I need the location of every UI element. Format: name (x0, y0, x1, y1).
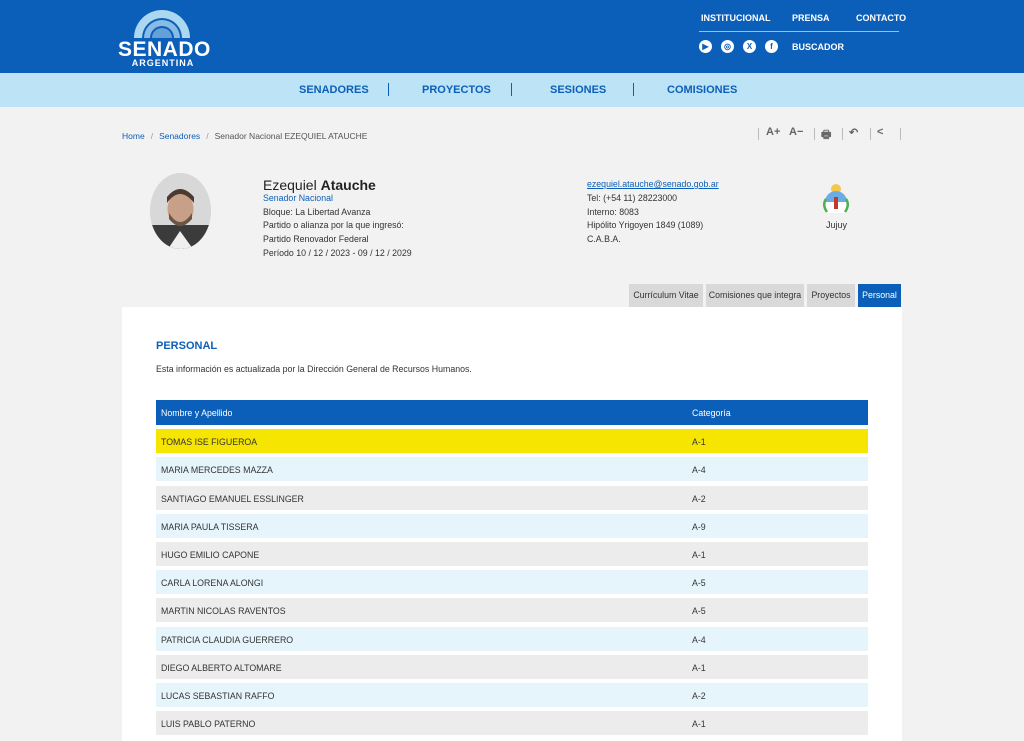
breadcrumb-current: Senador Nacional EZEQUIEL ATAUCHE (214, 131, 368, 141)
table-row: CARLA LORENA ALONGI A-5 (156, 570, 868, 595)
header-divider (699, 31, 899, 32)
nav-proyectos[interactable]: PROYECTOS (422, 84, 491, 96)
senate-hemicycle-icon (134, 10, 190, 38)
cell-categoria: A-4 (692, 465, 706, 476)
main-nav: SENADORES PROYECTOS SESIONES COMISIONES (0, 73, 1024, 107)
cell-nombre: LUIS PABLO PATERNO (161, 719, 256, 730)
column-categoria: Categoría (692, 408, 731, 418)
link-contacto[interactable]: CONTACTO (856, 13, 906, 23)
cell-categoria: A-4 (692, 634, 706, 645)
font-increase-button[interactable]: A+ (766, 126, 780, 138)
nav-comisiones[interactable]: COMISIONES (667, 84, 737, 96)
cell-categoria: A-1 (692, 549, 706, 560)
back-icon[interactable]: ↶ (849, 126, 858, 139)
table-row: MARIA MERCEDES MAZZA A-4 (156, 457, 868, 482)
tool-divider (842, 128, 843, 140)
senator-ciudad: C.A.B.A. (587, 234, 621, 244)
breadcrumb: Home / Senadores / Senador Nacional EZEQUIEL… (122, 131, 367, 141)
cell-nombre: DIEGO ALBERTO ALTOMARE (161, 662, 282, 673)
breadcrumb-separator: / (206, 131, 209, 141)
table-row: DIEGO ALBERTO ALTOMARE A-1 (156, 654, 868, 679)
nav-divider (511, 83, 512, 96)
nav-sesiones[interactable]: SESIONES (550, 84, 606, 96)
breadcrumb-separator: / (150, 131, 154, 141)
personal-panel: PERSONAL Esta información es actualizada… (122, 307, 902, 741)
portrait-image (150, 173, 211, 249)
table-row: HUGO EMILIO CAPONE A-1 (156, 541, 868, 566)
cell-nombre: HUGO EMILIO CAPONE (161, 549, 260, 560)
nav-divider (388, 83, 389, 96)
cell-categoria: A-9 (692, 521, 706, 532)
table-row: MARTIN NICOLAS RAVENTOS A-5 (156, 598, 868, 623)
table-row: TOMAS ISE FIGUEROA A-1 (156, 429, 868, 454)
senator-photo (150, 173, 211, 249)
senator-first-name: Ezequiel (263, 177, 317, 193)
senator-email-link[interactable]: ezequiel.atauche@senado.gob.ar (587, 179, 719, 189)
senator-tel: Tel: (+54 11) 28223000 (587, 193, 678, 203)
cell-categoria: A-5 (692, 606, 706, 617)
share-icon[interactable]: < (877, 126, 883, 138)
print-icon[interactable]: 🖶 (821, 126, 831, 145)
facebook-icon[interactable]: f (765, 40, 778, 53)
senator-bloque: Bloque: La Libertad Avanza (263, 207, 371, 217)
breadcrumb-home[interactable]: Home (122, 131, 145, 141)
cell-nombre: MARTIN NICOLAS RAVENTOS (161, 606, 286, 617)
breadcrumb-senadores[interactable]: Senadores (159, 131, 200, 141)
province-shield-icon (823, 184, 849, 213)
tool-divider (870, 128, 871, 140)
tab-personal[interactable]: Personal (858, 284, 901, 307)
table-row: LUIS PABLO PATERNO A-1 (156, 711, 868, 736)
cell-categoria: A-2 (692, 493, 706, 504)
table-row: LUCAS SEBASTIAN RAFFO A-2 (156, 682, 868, 707)
panel-description: Esta información es actualizada por la D… (156, 364, 472, 374)
cell-categoria: A-1 (692, 662, 706, 673)
tab-comisiones[interactable]: Comisiones que integra (706, 284, 804, 307)
font-decrease-button[interactable]: A− (789, 126, 803, 138)
instagram-icon[interactable]: ◎ (721, 40, 734, 53)
table-row: MARIA PAULA TISSERA A-9 (156, 513, 868, 538)
senator-last-name: Atauche (320, 177, 376, 193)
nav-divider (633, 83, 634, 96)
youtube-icon[interactable]: ▶ (699, 40, 712, 53)
tool-divider (814, 128, 815, 140)
cell-categoria: A-5 (692, 578, 706, 589)
cell-nombre: PATRICIA CLAUDIA GUERRERO (161, 634, 294, 645)
personal-table: Nombre y Apellido Categoría TOMAS ISE FI… (156, 400, 868, 736)
senator-partido: Partido Renovador Federal (263, 234, 369, 244)
cell-categoria: A-2 (692, 690, 706, 701)
buscador-link[interactable]: BUSCADOR (792, 42, 844, 52)
senator-role: Senador Nacional (263, 193, 333, 203)
province-label: Jujuy (826, 220, 848, 230)
tool-divider (758, 128, 759, 140)
senado-logo[interactable]: SENADO ARGENTINA (118, 8, 210, 68)
cell-nombre: TOMAS ISE FIGUEROA (161, 437, 258, 448)
senator-partido-label: Partido o alianza por la que ingresó: (263, 220, 404, 230)
tab-proyectos[interactable]: Proyectos (807, 284, 855, 307)
senator-direccion: Hipólito Yrigoyen 1849 (1089) (587, 220, 704, 230)
tab-curriculum[interactable]: Currículum Vitae (629, 284, 703, 307)
x-icon[interactable]: X (743, 40, 756, 53)
nav-senadores[interactable]: SENADORES (299, 84, 369, 96)
cell-nombre: LUCAS SEBASTIAN RAFFO (161, 690, 275, 701)
table-row: SANTIAGO EMANUEL ESSLINGER A-2 (156, 485, 868, 510)
table-row: PATRICIA CLAUDIA GUERRERO A-4 (156, 626, 868, 651)
cell-categoria: A-1 (692, 719, 706, 730)
tool-divider (900, 128, 901, 140)
column-nombre: Nombre y Apellido (161, 408, 233, 418)
panel-title: PERSONAL (156, 340, 218, 352)
cell-nombre: MARIA PAULA TISSERA (161, 521, 259, 532)
cell-nombre: CARLA LORENA ALONGI (161, 578, 264, 589)
cell-categoria: A-1 (692, 437, 706, 448)
senator-name: Ezequiel Atauche (263, 177, 376, 193)
link-institucional[interactable]: INSTITUCIONAL (701, 13, 771, 23)
cell-nombre: SANTIAGO EMANUEL ESSLINGER (161, 493, 304, 504)
logo-subtitle: ARGENTINA (131, 58, 195, 68)
senator-interno: Interno: 8083 (587, 207, 639, 217)
site-header: SENADO ARGENTINA INSTITUCIONAL PRENSA CO… (0, 0, 1024, 73)
table-header: Nombre y Apellido Categoría (156, 400, 868, 425)
cell-nombre: MARIA MERCEDES MAZZA (161, 465, 273, 476)
link-prensa[interactable]: PRENSA (792, 13, 830, 23)
senator-periodo: Período 10 / 12 / 2023 - 09 / 12 / 2029 (263, 248, 412, 258)
